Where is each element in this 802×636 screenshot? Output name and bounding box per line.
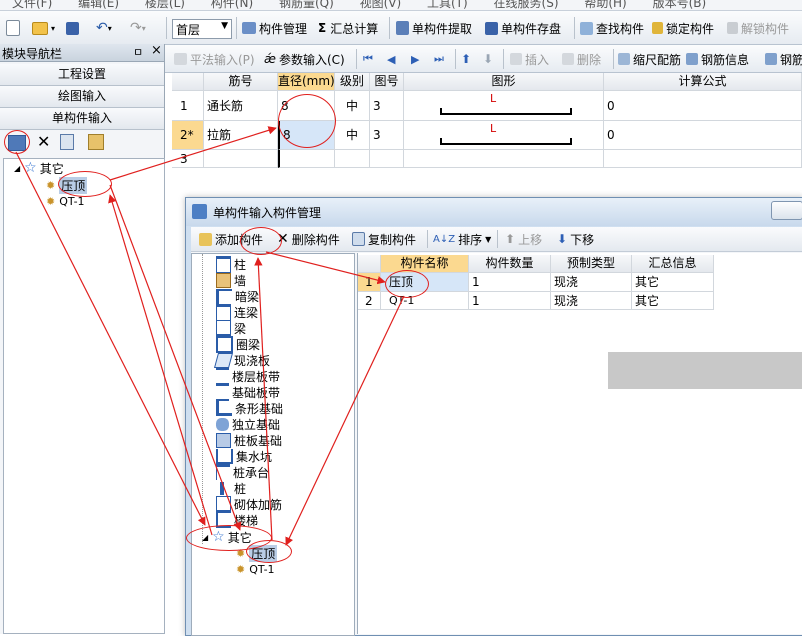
- annotation-arrows: [15, 126, 405, 546]
